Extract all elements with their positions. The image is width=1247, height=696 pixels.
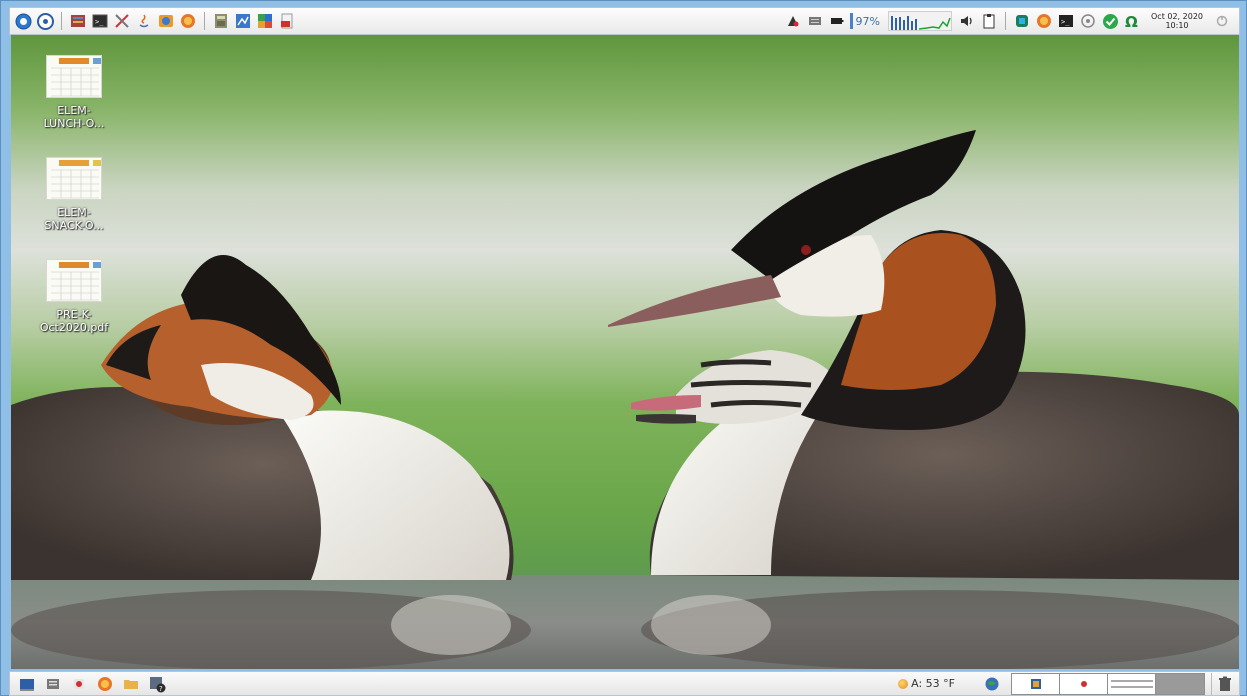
desktop-file-label: ELEM- LUNCH-O... [43, 104, 105, 130]
pdf-viewer-icon[interactable] [278, 12, 296, 30]
browser-icon[interactable] [179, 12, 197, 30]
top-panel: >_ 97% >_ Ω Oct 02, 2020 10:10 [9, 7, 1240, 35]
workspace-3[interactable] [1108, 673, 1156, 694]
bottom-panel: ? A: 53 °F [9, 671, 1240, 696]
separator [204, 12, 205, 30]
trash-icon[interactable] [1211, 672, 1233, 695]
battery-level-bar [849, 13, 853, 29]
scissors-icon[interactable] [113, 12, 131, 30]
start-menu-icon[interactable] [14, 12, 32, 30]
clipboard-icon[interactable] [980, 12, 998, 30]
photo-viewer-icon[interactable] [157, 12, 175, 30]
battery-status[interactable]: 97% [849, 13, 880, 29]
bottom-tray: A: 53 °F [898, 672, 1239, 695]
system-tray: 97% >_ Ω Oct 02, 2020 10:10 [782, 8, 1239, 34]
pdf-thumbnail [46, 157, 102, 200]
globe-icon[interactable] [981, 673, 1003, 695]
desktop[interactable]: ELEM- LUNCH-O... ELEM- SNACK-O... PRE-K-… [11, 35, 1239, 669]
desktop-file-snack[interactable]: ELEM- SNACK-O... [31, 157, 117, 232]
office-suite-icon[interactable] [256, 12, 274, 30]
svg-text:Ω: Ω [1125, 13, 1138, 29]
omega-icon[interactable]: Ω [1123, 12, 1141, 30]
image-editor-icon[interactable] [234, 12, 252, 30]
workspace-4[interactable] [1156, 673, 1204, 694]
calculator-icon[interactable] [212, 12, 230, 30]
workspace-1[interactable] [1012, 673, 1060, 694]
svg-text:?: ? [159, 685, 163, 693]
terminal-tray-icon[interactable]: >_ [1057, 12, 1075, 30]
clock[interactable]: Oct 02, 2020 10:10 [1147, 12, 1207, 30]
terminal-icon[interactable]: >_ [91, 12, 109, 30]
weather-widget[interactable]: A: 53 °F [898, 677, 955, 690]
pdf-thumbnail [46, 55, 102, 98]
compass-icon[interactable] [36, 12, 54, 30]
separator [1005, 12, 1006, 30]
svg-text:>_: >_ [1061, 18, 1070, 26]
battery-percent: 97% [855, 14, 880, 28]
archive-icon[interactable] [69, 12, 87, 30]
folder-icon[interactable] [120, 673, 142, 695]
clock-time: 10:10 [1165, 21, 1189, 30]
clock-date: Oct 02, 2020 [1151, 12, 1203, 21]
desktop-file-prek[interactable]: PRE-K- Oct2020.pdf [31, 259, 117, 334]
settings-tray-icon[interactable] [1079, 12, 1097, 30]
power-icon[interactable] [1213, 12, 1231, 30]
weather-sun-icon [898, 678, 909, 689]
java-icon[interactable] [135, 12, 153, 30]
separator [61, 12, 62, 30]
pdf-thumbnail [46, 259, 102, 302]
desktop-file-label: ELEM- SNACK-O... [44, 206, 104, 232]
weather-text: A: 53 °F [911, 677, 955, 690]
workspace-2[interactable] [1060, 673, 1108, 694]
update-manager-icon[interactable] [1013, 12, 1031, 30]
desktop-file-label: PRE-K- Oct2020.pdf [39, 308, 109, 334]
screenshot-tool-icon[interactable] [784, 12, 802, 30]
wallpaper-grebes-image [11, 35, 1239, 669]
firefox-tray-icon[interactable] [1035, 12, 1053, 30]
file-manager-icon[interactable] [42, 673, 64, 695]
network-monitor-graph[interactable] [888, 11, 952, 31]
workspace-pager [1011, 672, 1205, 695]
desktop-file-lunch[interactable]: ELEM- LUNCH-O... [31, 55, 117, 130]
volume-icon[interactable] [958, 12, 976, 30]
launcher-bar: >_ [10, 8, 298, 34]
svg-text:>_: >_ [95, 18, 104, 26]
quick-launch: ? [10, 672, 170, 695]
red-app-icon[interactable] [68, 673, 90, 695]
keyboard-icon[interactable] [806, 12, 824, 30]
firefox-icon[interactable] [94, 673, 116, 695]
battery-icon[interactable] [828, 12, 846, 30]
settings-help-icon[interactable]: ? [146, 673, 168, 695]
check-status-icon[interactable] [1101, 12, 1119, 30]
show-desktop-icon[interactable] [16, 673, 38, 695]
